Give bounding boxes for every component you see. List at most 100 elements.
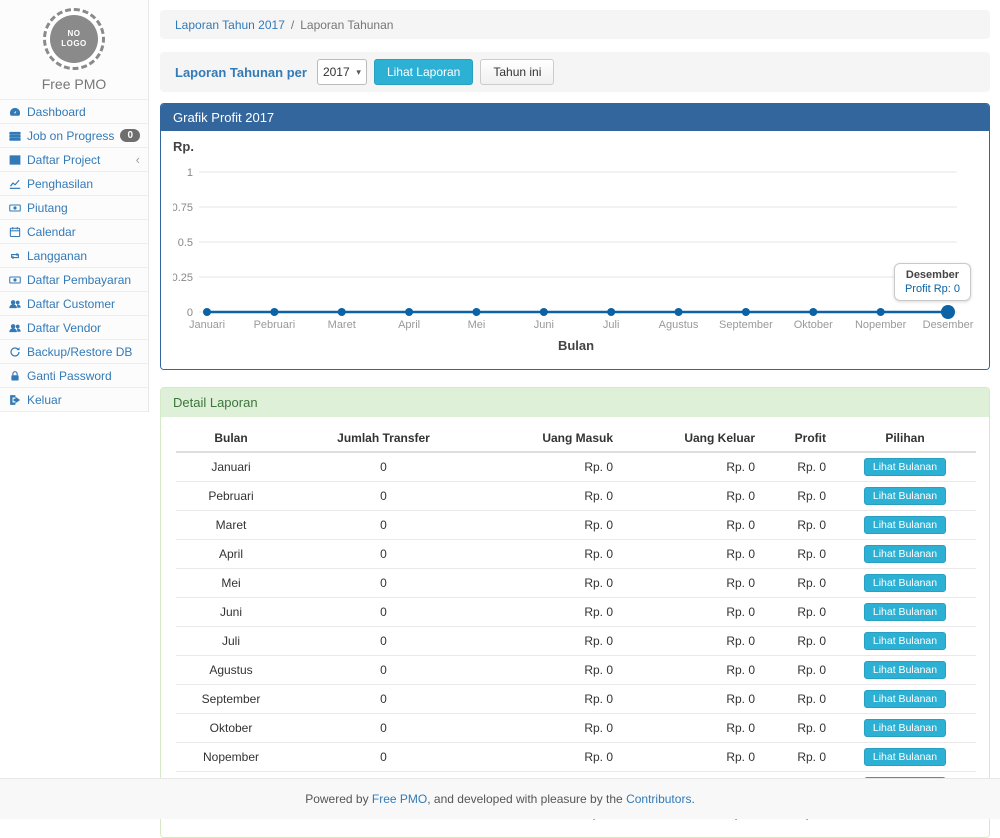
cell-uang_masuk: Rp. 0 [481, 569, 621, 598]
view-monthly-button[interactable]: Lihat Bulanan [864, 458, 946, 476]
view-monthly-button[interactable]: Lihat Bulanan [864, 487, 946, 505]
table-row: Juli0Rp. 0Rp. 0Rp. 0Lihat Bulanan [176, 627, 976, 656]
cell-action: Lihat Bulanan [834, 598, 976, 627]
sidebar-item-dashboard[interactable]: Dashboard [0, 100, 148, 124]
brand-name: Free PMO [0, 76, 148, 92]
chart-x-axis-label: Bulan [173, 338, 979, 353]
sidebar-item-label: Daftar Pembayaran [27, 273, 131, 287]
sidebar-item-label: Keluar [27, 393, 62, 407]
footer-link-freepmo[interactable]: Free PMO [372, 792, 427, 806]
sidebar-item-label: Piutang [27, 201, 68, 215]
column-header: Uang Masuk [481, 425, 621, 452]
logo-text-line1: NO [68, 29, 81, 39]
svg-text:1: 1 [187, 167, 193, 179]
column-header: Profit [763, 425, 834, 452]
filter-bar: Laporan Tahunan per 2017 ▾ Lihat Laporan… [160, 52, 990, 92]
view-monthly-button[interactable]: Lihat Bulanan [864, 661, 946, 679]
cell-uang_keluar: Rp. 0 [621, 685, 763, 714]
cell-jumlah_transfer: 0 [286, 685, 481, 714]
view-report-button[interactable]: Lihat Laporan [374, 59, 473, 85]
year-select[interactable]: 2017 ▾ [317, 59, 367, 85]
column-header: Pilihan [834, 425, 976, 452]
cell-action: Lihat Bulanan [834, 627, 976, 656]
view-monthly-button[interactable]: Lihat Bulanan [864, 574, 946, 592]
cell-action: Lihat Bulanan [834, 482, 976, 511]
view-monthly-button[interactable]: Lihat Bulanan [864, 516, 946, 534]
breadcrumb-link[interactable]: Laporan Tahun 2017 [175, 18, 285, 32]
cell-action: Lihat Bulanan [834, 569, 976, 598]
view-monthly-button[interactable]: Lihat Bulanan [864, 690, 946, 708]
cell-uang_keluar: Rp. 0 [621, 569, 763, 598]
table-row: April0Rp. 0Rp. 0Rp. 0Lihat Bulanan [176, 540, 976, 569]
cell-jumlah_transfer: 0 [286, 598, 481, 627]
sidebar-item-daftar-vendor[interactable]: Daftar Vendor [0, 316, 148, 340]
chart-y-axis-label: Rp. [173, 139, 977, 157]
dashboard-icon [8, 105, 22, 118]
table-row: Januari0Rp. 0Rp. 0Rp. 0Lihat Bulanan [176, 452, 976, 482]
logo-text-line2: LOGO [61, 39, 87, 49]
cell-jumlah_transfer: 0 [286, 714, 481, 743]
svg-text:0.5: 0.5 [178, 237, 193, 249]
sidebar-item-job-on-progress[interactable]: Job on Progress0 [0, 124, 148, 148]
cell-uang_keluar: Rp. 0 [621, 656, 763, 685]
cell-bulan: April [176, 540, 286, 569]
view-monthly-button[interactable]: Lihat Bulanan [864, 719, 946, 737]
tooltip-value: Profit Rp: 0 [905, 283, 960, 295]
sidebar-item-label: Ganti Password [27, 369, 112, 383]
chart-area[interactable]: Rp. 00.250.50.751JanuariPebruariMaretApr… [161, 131, 989, 369]
cell-profit: Rp. 0 [763, 598, 834, 627]
no-logo-icon: NO LOGO [43, 8, 105, 70]
sidebar-item-penghasilan[interactable]: Penghasilan [0, 172, 148, 196]
cell-uang_masuk: Rp. 0 [481, 540, 621, 569]
sidebar-item-daftar-pembayaran[interactable]: Daftar Pembayaran [0, 268, 148, 292]
cell-uang_masuk: Rp. 0 [481, 482, 621, 511]
cell-profit: Rp. 0 [763, 656, 834, 685]
sidebar-item-label: Penghasilan [27, 177, 93, 191]
table-header-row: BulanJumlah TransferUang MasukUang Kelua… [176, 425, 976, 452]
sidebar-item-daftar-project[interactable]: Daftar Project‹ [0, 148, 148, 172]
cell-profit: Rp. 0 [763, 569, 834, 598]
profit-chart-svg[interactable]: 00.250.50.751JanuariPebruariMaretAprilMe… [173, 157, 979, 333]
tasks-icon [8, 129, 22, 142]
line-chart-icon [8, 177, 22, 190]
cell-uang_keluar: Rp. 0 [621, 540, 763, 569]
refresh-icon [8, 345, 22, 358]
this-year-button[interactable]: Tahun ini [480, 59, 554, 85]
svg-text:0: 0 [187, 307, 193, 319]
sidebar-item-calendar[interactable]: Calendar [0, 220, 148, 244]
sidebar-item-daftar-customer[interactable]: Daftar Customer [0, 292, 148, 316]
svg-text:0.25: 0.25 [173, 272, 193, 284]
cell-action: Lihat Bulanan [834, 511, 976, 540]
cell-action: Lihat Bulanan [834, 685, 976, 714]
cell-profit: Rp. 0 [763, 714, 834, 743]
svg-text:Juli: Juli [603, 319, 620, 331]
sidebar-item-backup-restore-db[interactable]: Backup/Restore DB [0, 340, 148, 364]
cell-profit: Rp. 0 [763, 743, 834, 772]
view-monthly-button[interactable]: Lihat Bulanan [864, 632, 946, 650]
cell-jumlah_transfer: 0 [286, 482, 481, 511]
sidebar-item-keluar[interactable]: Keluar [0, 388, 148, 412]
column-header: Jumlah Transfer [286, 425, 481, 452]
sidebar-item-ganti-password[interactable]: Ganti Password [0, 364, 148, 388]
sidebar-item-label: Job on Progress [27, 129, 114, 143]
sidebar-item-langganan[interactable]: Langganan [0, 244, 148, 268]
table-icon [8, 153, 22, 166]
detail-report-panel: Detail Laporan BulanJumlah TransferUang … [160, 387, 990, 838]
footer-link-contributors[interactable]: Contributors [626, 792, 691, 806]
sidebar: NO LOGO Free PMO DashboardJob on Progres… [0, 0, 149, 412]
cell-uang_masuk: Rp. 0 [481, 656, 621, 685]
sidebar-item-label: Calendar [27, 225, 76, 239]
sidebar-item-piutang[interactable]: Piutang [0, 196, 148, 220]
cell-jumlah_transfer: 0 [286, 511, 481, 540]
cell-profit: Rp. 0 [763, 540, 834, 569]
svg-text:0.75: 0.75 [173, 202, 193, 214]
view-monthly-button[interactable]: Lihat Bulanan [864, 545, 946, 563]
users-icon [8, 321, 22, 334]
cell-jumlah_transfer: 0 [286, 743, 481, 772]
cell-action: Lihat Bulanan [834, 656, 976, 685]
breadcrumb-separator: / [291, 18, 294, 32]
footer-text-suffix: . [691, 792, 694, 806]
view-monthly-button[interactable]: Lihat Bulanan [864, 748, 946, 766]
view-monthly-button[interactable]: Lihat Bulanan [864, 603, 946, 621]
svg-text:Oktober: Oktober [794, 319, 833, 331]
